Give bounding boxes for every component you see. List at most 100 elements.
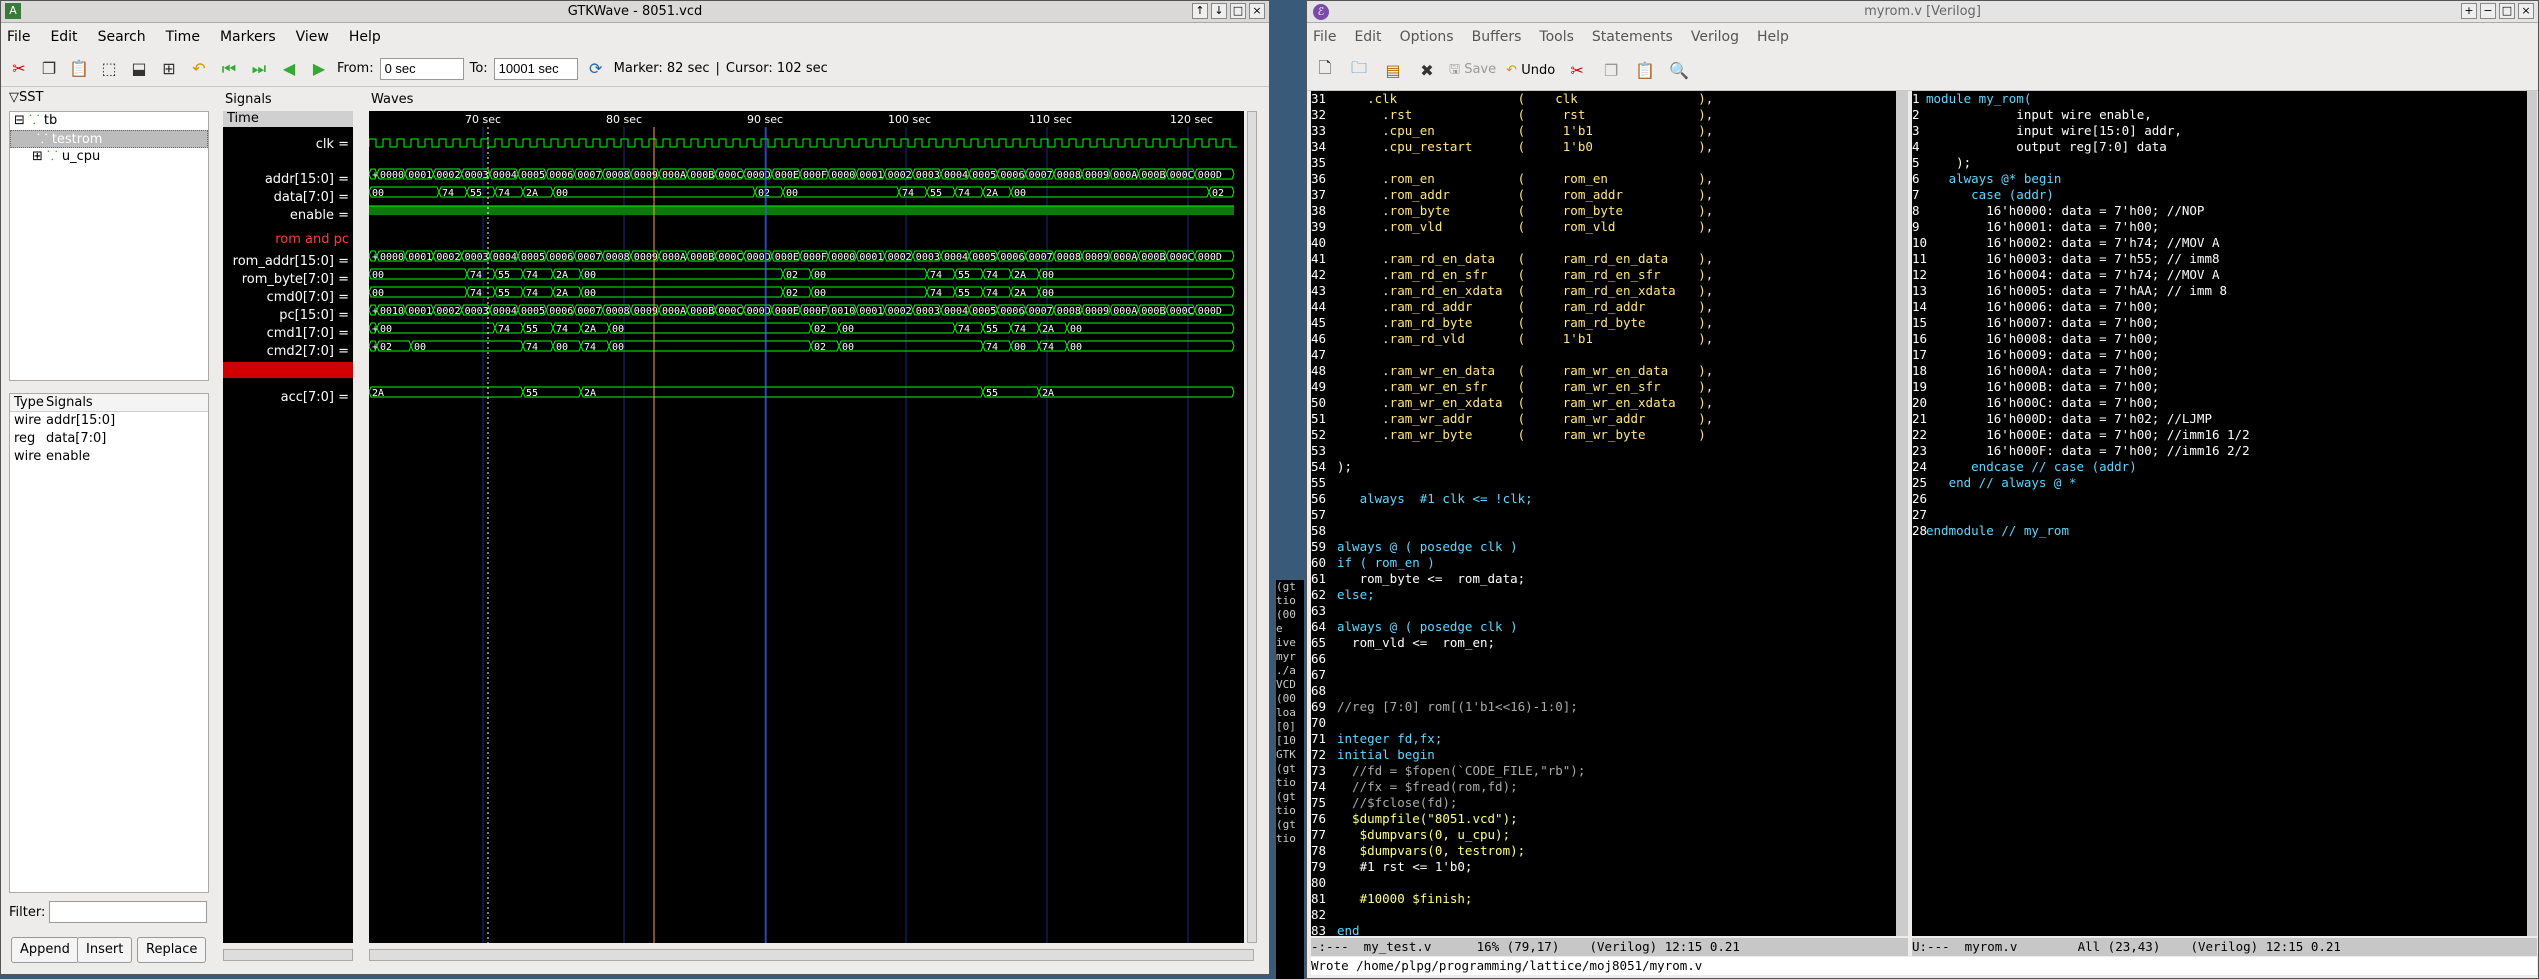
code-line[interactable]: 47 xyxy=(1311,347,1337,363)
signal-row[interactable]: reg data[7:0] xyxy=(10,430,208,448)
code-line[interactable]: 40 xyxy=(1311,235,1337,251)
menu-tools[interactable]: Tools xyxy=(1539,29,1574,45)
cut-icon[interactable]: ✂ xyxy=(7,57,31,81)
bus-segment[interactable] xyxy=(1066,340,1235,352)
insert-button[interactable]: Insert xyxy=(77,937,133,963)
menu-verilog[interactable]: Verilog xyxy=(1691,29,1739,45)
code-line[interactable]: 46 .ram_rd_vld ( 1'b1 ), xyxy=(1311,331,1713,347)
code-line[interactable]: 61 rom_byte <= rom_data; xyxy=(1311,571,1525,587)
code-line[interactable]: 38 .rom_byte ( rom_byte ), xyxy=(1311,203,1713,219)
code-line[interactable]: 35 xyxy=(1311,155,1337,171)
code-line[interactable]: 36 .rom_en ( rom_en ), xyxy=(1311,171,1713,187)
filter-input[interactable] xyxy=(49,901,208,923)
editor-left-pane[interactable]: 31 .clk ( clk ), 32 .rst ( rst ), 33 .cpu_… xyxy=(1311,91,1896,936)
code-line[interactable]: 6 always @* begin xyxy=(1912,171,2061,187)
menu-buffers[interactable]: Buffers xyxy=(1472,29,1522,45)
code-line[interactable]: 9 16'h0001: data = 7'h00; xyxy=(1912,219,2159,235)
modeline-left[interactable]: -:--- my_test.v 16% (79,17) (Verilog) 12… xyxy=(1311,938,1908,956)
code-line[interactable]: 65 rom_vld <= rom_en; xyxy=(1311,635,1495,651)
code-line[interactable]: 80 xyxy=(1311,875,1337,891)
code-line[interactable]: 11 16'h0003: data = 7'h55; // imm8 xyxy=(1912,251,2220,267)
menu-statements[interactable]: Statements xyxy=(1592,29,1673,45)
code-line[interactable]: 32 .rst ( rst ), xyxy=(1311,107,1713,123)
minibuffer[interactable]: Wrote /home/plpg/programming/lattice/moj… xyxy=(1311,957,2537,975)
signal-name[interactable]: rom_byte[7:0] = xyxy=(242,272,349,287)
bus-segment[interactable] xyxy=(1038,268,1235,280)
page-right-icon[interactable]: ▶ xyxy=(307,57,331,81)
code-line[interactable]: 3 input wire[15:0] addr, xyxy=(1912,123,2182,139)
sst-header[interactable]: ▽SST xyxy=(5,89,43,107)
code-line[interactable]: 81 #10000 $finish; xyxy=(1311,891,1472,907)
signal-name[interactable]: addr[15:0] = xyxy=(265,172,349,187)
code-line[interactable]: 64 always @ ( posedge clk ) xyxy=(1311,619,1518,635)
code-line[interactable]: 83 end xyxy=(1311,923,1360,936)
code-line[interactable]: 23 16'h000F: data = 7'h00; //imm16 2/2 xyxy=(1912,443,2250,459)
code-line[interactable]: 57 xyxy=(1311,507,1337,523)
code-line[interactable]: 48 .ram_wr_en_data ( ram_wr_en_data ), xyxy=(1311,363,1713,379)
signal-name[interactable]: enable = xyxy=(290,208,349,223)
code-line[interactable]: 15 16'h0007: data = 7'h00; xyxy=(1912,315,2159,331)
code-line[interactable]: 63 xyxy=(1311,603,1337,619)
paste-icon[interactable]: 📋 xyxy=(67,57,91,81)
signal-name[interactable]: data[7:0] = xyxy=(274,190,349,205)
code-line[interactable]: 82 xyxy=(1311,907,1337,923)
bus-segment[interactable] xyxy=(376,322,496,334)
code-line[interactable]: 53 xyxy=(1311,443,1337,459)
append-button[interactable]: Append xyxy=(11,937,79,963)
signals-column-header[interactable]: Signals xyxy=(46,394,93,411)
bus-segment[interactable] xyxy=(810,286,928,298)
code-line[interactable]: 75 //$fclose(fd); xyxy=(1311,795,1457,811)
menu-help[interactable]: Help xyxy=(1757,29,1789,45)
menu-options[interactable]: Options xyxy=(1400,29,1454,45)
code-line[interactable]: 20 16'h000C: data = 7'h00; xyxy=(1912,395,2159,411)
menu-edit[interactable]: Edit xyxy=(50,29,77,45)
waves-scrollbar[interactable] xyxy=(369,949,1254,961)
to-field[interactable] xyxy=(493,57,578,80)
code-line[interactable]: 45 .ram_rd_byte ( ram_rd_byte ), xyxy=(1311,315,1713,331)
code-line[interactable]: 74 //fx = $fread(rom,fd); xyxy=(1311,779,1518,795)
minimize-icon[interactable]: ↓ xyxy=(1211,3,1227,19)
code-line[interactable]: 25 end // always @ * xyxy=(1912,475,2077,491)
code-line[interactable]: 27 xyxy=(1912,507,1927,523)
pin-icon[interactable]: ↑ xyxy=(1192,3,1208,19)
signal-highlight[interactable] xyxy=(223,362,353,378)
kill-buffer-icon[interactable]: ✖ xyxy=(1415,59,1439,83)
maximize-icon[interactable]: □ xyxy=(2499,3,2515,19)
code-line[interactable]: 54); xyxy=(1311,459,1352,475)
code-line[interactable]: 44 .ram_rd_addr ( ram_rd_addr ), xyxy=(1311,299,1713,315)
modeline-right[interactable]: U:--- myrom.v All (23,43) (Verilog) 12:1… xyxy=(1912,938,2537,956)
bus-segment[interactable] xyxy=(608,340,812,352)
right-pane-scrollbar[interactable] xyxy=(2527,91,2537,936)
close-icon[interactable]: × xyxy=(1249,3,1265,19)
open-folder-icon[interactable]: 🗀 xyxy=(1347,58,1371,83)
dired-icon[interactable]: ▤ xyxy=(1381,59,1405,83)
code-line[interactable]: 78 $dumpvars(0, testrom); xyxy=(1311,843,1525,859)
menu-file[interactable]: File xyxy=(1313,29,1336,45)
zoom-in-icon[interactable]: ⊞ xyxy=(157,57,181,81)
zoom-start-icon[interactable]: ⏮ xyxy=(217,57,241,81)
signal-name[interactable]: cmd0[7:0] = xyxy=(267,290,349,305)
type-column-header[interactable]: Type xyxy=(10,394,46,411)
bus-segment[interactable] xyxy=(838,322,956,334)
undo-zoom-icon[interactable]: ↶ xyxy=(187,57,211,81)
code-line[interactable]: 14 16'h0006: data = 7'h00; xyxy=(1912,299,2159,315)
code-line[interactable]: 43 .ram_rd_en_xdata ( ram_rd_en_xdata ), xyxy=(1311,283,1713,299)
code-line[interactable]: 4 output reg[7:0] data xyxy=(1912,139,2167,155)
code-line[interactable]: 2 input wire enable, xyxy=(1912,107,2152,123)
code-line[interactable]: 77 $dumpvars(0, u_cpu); xyxy=(1311,827,1510,843)
emacs-titlebar[interactable]: ℰ myrom.v [Verilog] + − □ × xyxy=(1307,1,2538,23)
left-pane-scrollbar[interactable] xyxy=(1896,91,1908,936)
code-line[interactable]: 12 16'h0004: data = 7'h74; //MOV A xyxy=(1912,267,2220,283)
code-line[interactable]: 24 endcase // case (addr) xyxy=(1912,459,2137,475)
code-line[interactable]: 58 xyxy=(1311,523,1337,539)
undo-button[interactable]: ↶ Undo xyxy=(1506,63,1555,78)
pin-icon[interactable]: + xyxy=(2461,3,2477,19)
signal-name[interactable]: rom_addr[15:0] = xyxy=(233,254,349,269)
replace-button[interactable]: Replace xyxy=(137,937,207,963)
new-file-icon[interactable]: 🗋 xyxy=(1313,58,1337,83)
code-line[interactable]: 34 .cpu_restart ( 1'b0 ), xyxy=(1311,139,1713,155)
signal-row[interactable]: wire addr[15:0] xyxy=(10,412,208,430)
cut-icon[interactable]: ✂ xyxy=(1565,59,1589,83)
code-line[interactable]: 60 if ( rom_en ) xyxy=(1311,555,1435,571)
save-button[interactable]: 🖫 Save xyxy=(1449,60,1496,82)
